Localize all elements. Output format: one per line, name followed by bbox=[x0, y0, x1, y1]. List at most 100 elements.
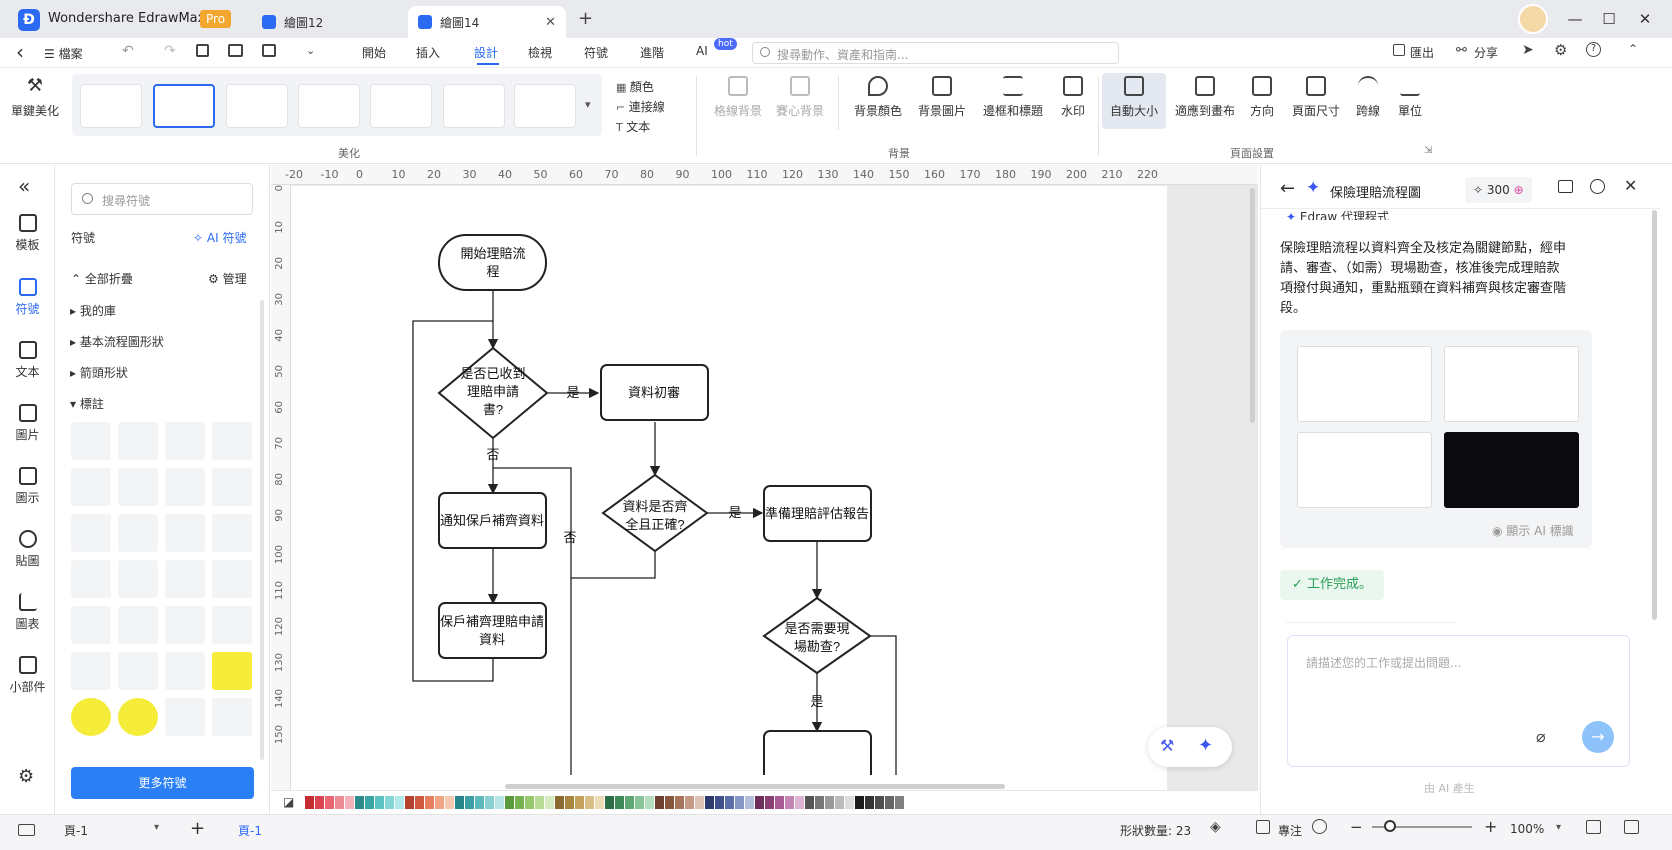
color-swatch[interactable] bbox=[565, 796, 574, 809]
redo-icon[interactable]: ↷ bbox=[164, 43, 176, 59]
color-swatch[interactable] bbox=[865, 796, 874, 809]
color-swatch[interactable] bbox=[725, 796, 734, 809]
zoom-out-button[interactable]: − bbox=[1350, 818, 1363, 836]
menu-insert[interactable]: 插入 bbox=[416, 44, 440, 61]
color-swatch[interactable] bbox=[405, 796, 414, 809]
send-icon[interactable]: ➤ bbox=[1522, 42, 1534, 58]
color-swatch[interactable] bbox=[535, 796, 544, 809]
close-window-button[interactable]: ✕ bbox=[1634, 8, 1656, 30]
help-icon[interactable]: ? bbox=[1586, 42, 1601, 57]
theme-style-4[interactable] bbox=[298, 84, 360, 128]
color-swatch[interactable] bbox=[625, 796, 634, 809]
color-swatch[interactable] bbox=[395, 796, 404, 809]
page-size-button[interactable]: 頁面尺寸 bbox=[1288, 76, 1344, 119]
callout-symbol[interactable] bbox=[118, 560, 158, 598]
play-icon[interactable] bbox=[1312, 819, 1327, 834]
color-swatch[interactable] bbox=[465, 796, 474, 809]
color-swatch[interactable] bbox=[495, 796, 504, 809]
library-my-library[interactable]: ▸ 我的庫 bbox=[70, 302, 116, 319]
color-swatch[interactable] bbox=[455, 796, 464, 809]
callout-symbol[interactable] bbox=[118, 606, 158, 644]
menu-symbols[interactable]: 符號 bbox=[584, 44, 608, 61]
color-swatch[interactable] bbox=[305, 796, 314, 809]
ai-prompt-input[interactable]: 請描述您的工作或提出問題... bbox=[1287, 635, 1630, 767]
watermark-button[interactable]: 水印 bbox=[1054, 76, 1092, 119]
color-swatch[interactable] bbox=[655, 796, 664, 809]
focus-mode-button[interactable]: 專注 bbox=[1278, 822, 1302, 839]
color-swatch[interactable] bbox=[845, 796, 854, 809]
layers-icon[interactable]: ◈ bbox=[1210, 819, 1221, 835]
export-doc-icon[interactable] bbox=[262, 44, 276, 57]
callout-symbol[interactable] bbox=[118, 468, 158, 506]
color-swatch[interactable] bbox=[415, 796, 424, 809]
callout-symbol[interactable] bbox=[165, 560, 205, 598]
color-swatch[interactable] bbox=[575, 796, 584, 809]
ai-back-icon[interactable]: ← bbox=[1280, 178, 1295, 199]
page-selector[interactable]: 頁-1 ▾ bbox=[64, 822, 164, 839]
export-button[interactable]: 匯出 bbox=[1410, 44, 1434, 61]
next-step-box[interactable] bbox=[763, 730, 872, 775]
background-color-button[interactable]: 背景顏色 bbox=[848, 76, 908, 119]
ai-panel-scrollbar[interactable] bbox=[1652, 210, 1657, 620]
theme-style-2[interactable] bbox=[153, 84, 215, 128]
collapse-ribbon-icon[interactable]: ⌃ bbox=[1628, 42, 1638, 56]
page-panel-toggle-icon[interactable] bbox=[18, 824, 35, 836]
library-arrows[interactable]: ▸ 箭頭形狀 bbox=[70, 364, 128, 381]
connector-option[interactable]: ⌐ 連接線 bbox=[616, 98, 665, 115]
theme-style-3[interactable] bbox=[226, 84, 288, 128]
callout-symbol[interactable] bbox=[212, 514, 252, 552]
callout-symbol[interactable] bbox=[165, 698, 205, 736]
tab-drawing12[interactable]: 繪圖12 bbox=[252, 6, 402, 38]
color-swatch[interactable] bbox=[335, 796, 344, 809]
library-basic-flowchart[interactable]: ▸ 基本流程圖形狀 bbox=[70, 333, 164, 350]
avatar[interactable] bbox=[1518, 4, 1548, 34]
show-ai-label-toggle[interactable]: ◉ 顯示 AI 標識 bbox=[1492, 522, 1574, 539]
color-swatch[interactable] bbox=[475, 796, 484, 809]
text-option[interactable]: T 文本 bbox=[616, 118, 650, 135]
callout-symbol[interactable] bbox=[212, 422, 252, 460]
color-swatch[interactable] bbox=[485, 796, 494, 809]
color-swatch[interactable] bbox=[385, 796, 394, 809]
maximize-button[interactable]: ☐ bbox=[1598, 8, 1620, 30]
horizontal-scrollbar[interactable] bbox=[505, 784, 1005, 789]
focus-icon[interactable] bbox=[1256, 820, 1270, 834]
grid-background-button[interactable]: 格線背景 bbox=[710, 76, 766, 119]
rail-images[interactable]: 圖片 bbox=[0, 404, 55, 443]
callout-symbol[interactable] bbox=[165, 652, 205, 690]
callout-symbol[interactable] bbox=[212, 698, 252, 736]
color-swatch[interactable] bbox=[855, 796, 864, 809]
undo-icon[interactable]: ↶ bbox=[122, 43, 134, 59]
color-swatch[interactable] bbox=[795, 796, 804, 809]
library-callouts[interactable]: ▾ 標註 bbox=[70, 395, 104, 412]
attach-paperclip-icon[interactable]: ⌀ bbox=[1536, 727, 1546, 746]
color-swatch[interactable] bbox=[355, 796, 364, 809]
callout-symbol[interactable] bbox=[71, 468, 111, 506]
resubmit-box[interactable] bbox=[438, 602, 547, 659]
rail-widgets[interactable]: 小部件 bbox=[0, 656, 55, 695]
rail-icons[interactable]: 圖示 bbox=[0, 467, 55, 506]
color-swatch[interactable] bbox=[525, 796, 534, 809]
start-terminal[interactable] bbox=[438, 234, 547, 291]
theme-style-1[interactable] bbox=[80, 84, 142, 128]
rail-symbols[interactable]: 符號 bbox=[0, 278, 55, 317]
theme-style-5[interactable] bbox=[370, 84, 432, 128]
color-swatch[interactable] bbox=[895, 796, 904, 809]
unit-button[interactable]: 單位 bbox=[1392, 76, 1428, 119]
history-clock-icon[interactable] bbox=[1590, 179, 1605, 194]
menu-view[interactable]: 檢視 bbox=[528, 44, 552, 61]
share-icon[interactable]: ⚯ bbox=[1456, 43, 1467, 58]
callout-symbol[interactable] bbox=[71, 560, 111, 598]
fit-window-icon[interactable] bbox=[1624, 820, 1639, 834]
export-icon[interactable] bbox=[1393, 44, 1405, 56]
more-quick-icon[interactable]: ⌄ bbox=[306, 44, 315, 57]
color-swatch[interactable] bbox=[685, 796, 694, 809]
settings-gear-icon[interactable]: ⚙ bbox=[1554, 41, 1567, 59]
callout-symbol[interactable] bbox=[165, 514, 205, 552]
color-swatch[interactable] bbox=[785, 796, 794, 809]
color-swatch[interactable] bbox=[825, 796, 834, 809]
collapse-all-button[interactable]: ⌃ 全部折疊 bbox=[71, 270, 133, 287]
orientation-button[interactable]: 方向 bbox=[1244, 76, 1280, 119]
menu-advanced[interactable]: 進階 bbox=[640, 44, 664, 61]
file-menu[interactable]: ☰ 檔案 bbox=[44, 45, 83, 62]
theme-style-6[interactable] bbox=[443, 84, 505, 128]
